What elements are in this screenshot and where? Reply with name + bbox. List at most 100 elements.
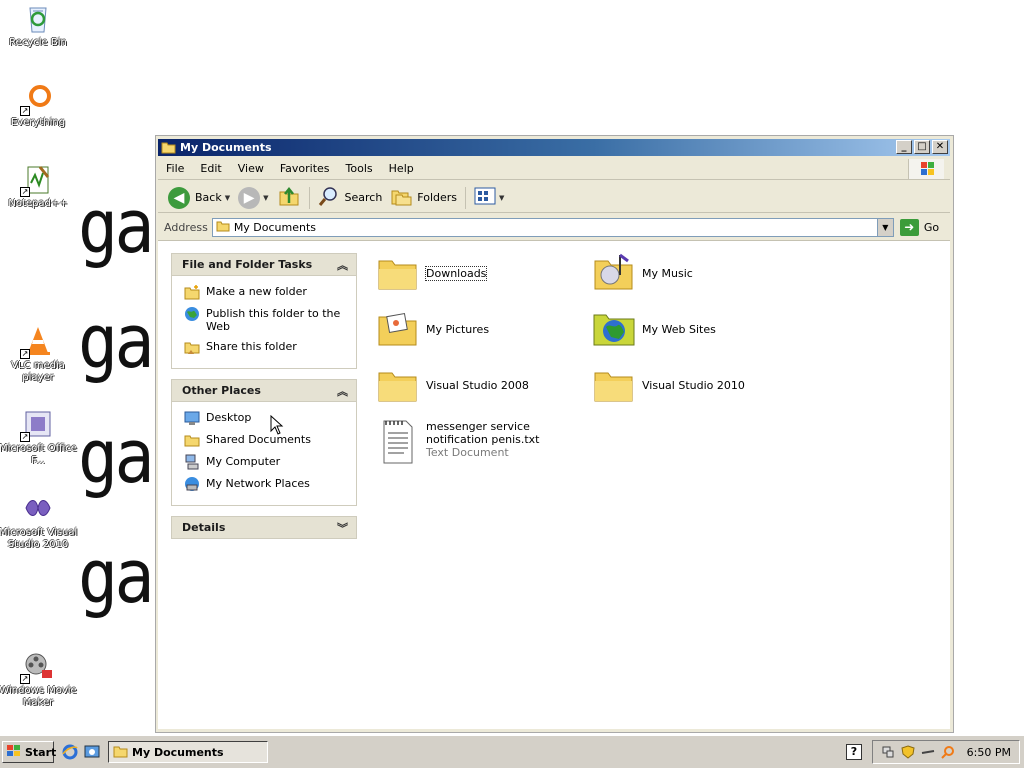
folder-icon bbox=[216, 220, 230, 235]
views-icon bbox=[474, 187, 496, 208]
start-label: Start bbox=[25, 745, 57, 759]
computer-icon bbox=[184, 454, 200, 470]
help-button[interactable]: ? bbox=[846, 744, 862, 760]
folders-button[interactable]: Folders bbox=[386, 185, 461, 211]
desktop-icon-visual-studio[interactable]: Microsoft Visual Studio 2010 bbox=[0, 492, 78, 551]
task-label: Publish this folder to the Web bbox=[206, 307, 341, 333]
folder-icon bbox=[161, 140, 176, 154]
task-label: Share this folder bbox=[206, 340, 297, 353]
connection-icon[interactable] bbox=[921, 745, 935, 759]
desktop-icon-movie-maker[interactable]: ↗ Windows Movie Maker bbox=[0, 650, 78, 709]
place-desktop[interactable]: Desktop bbox=[184, 411, 348, 426]
menu-tools[interactable]: Tools bbox=[338, 158, 381, 180]
file-type: Text Document bbox=[426, 445, 509, 459]
forward-arrow-icon: ▶ bbox=[238, 186, 261, 209]
notepad-icon: ↗ bbox=[20, 163, 54, 197]
place-label: Shared Documents bbox=[206, 433, 311, 446]
panel-header[interactable]: File and Folder Tasks ︽ bbox=[171, 253, 357, 276]
details-panel: Details ︾ bbox=[171, 516, 357, 539]
back-arrow-icon: ◀ bbox=[168, 186, 190, 209]
start-button[interactable]: Start bbox=[2, 741, 57, 763]
desktop-icon-label: Everything bbox=[10, 117, 66, 128]
place-label: My Computer bbox=[206, 455, 281, 468]
chevron-down-icon[interactable]: ▼ bbox=[263, 194, 268, 202]
forward-button[interactable]: ▶ ▼ bbox=[234, 185, 272, 211]
desktop-icon-office[interactable]: ↗ Microsoft Office F... bbox=[0, 408, 78, 467]
folder-icon bbox=[376, 253, 420, 293]
folder-icon bbox=[184, 432, 200, 448]
menu-file[interactable]: File bbox=[158, 158, 192, 180]
content-area: File and Folder Tasks ︽ Make a new folde… bbox=[158, 240, 950, 729]
chevron-down-icon[interactable]: ▼ bbox=[225, 194, 230, 202]
place-my-computer[interactable]: My Computer bbox=[184, 454, 348, 470]
place-shared-documents[interactable]: Shared Documents bbox=[184, 433, 348, 448]
task-label: Make a new folder bbox=[206, 285, 307, 298]
minimize-button[interactable]: _ bbox=[896, 140, 912, 154]
place-label: My Network Places bbox=[206, 477, 310, 490]
taskbar-item-my-documents[interactable]: My Documents bbox=[108, 741, 268, 763]
desktop-icon-notepad-plus[interactable]: ↗ Notepad++ bbox=[0, 163, 78, 210]
recycle-bin-icon bbox=[22, 2, 54, 34]
wallpaper-text: ga bbox=[78, 184, 155, 270]
collapse-chevron-icon[interactable]: ︽ bbox=[337, 383, 348, 399]
folder-icon bbox=[376, 365, 420, 405]
menu-view[interactable]: View bbox=[230, 158, 272, 180]
go-button[interactable]: ➜ Go bbox=[899, 218, 940, 236]
task-share-folder[interactable]: Share this folder bbox=[184, 340, 348, 355]
file-name: messenger service notification penis.txt bbox=[426, 419, 540, 446]
quick-launch bbox=[62, 744, 100, 760]
panel-header[interactable]: Other Places ︽ bbox=[171, 379, 357, 402]
network-status-icon[interactable] bbox=[881, 745, 895, 759]
share-folder-icon bbox=[184, 339, 200, 355]
task-make-new-folder[interactable]: Make a new folder bbox=[184, 285, 348, 300]
other-places-panel: Other Places ︽ Desktop Shared Documents … bbox=[171, 379, 357, 506]
network-icon bbox=[184, 476, 200, 492]
show-desktop-icon[interactable] bbox=[84, 744, 100, 760]
internet-explorer-icon[interactable] bbox=[62, 744, 78, 760]
file-item-visual-studio-2010[interactable]: Visual Studio 2010 bbox=[592, 365, 745, 405]
file-item-my-pictures[interactable]: My Pictures bbox=[376, 309, 489, 349]
wallpaper-text: ga bbox=[78, 534, 155, 620]
maximize-button[interactable]: □ bbox=[914, 140, 930, 154]
up-folder-button[interactable] bbox=[273, 185, 305, 211]
task-publish-web[interactable]: Publish this folder to the Web bbox=[184, 307, 348, 333]
back-button[interactable]: ◀ Back ▼ bbox=[164, 185, 234, 211]
panel-header[interactable]: Details ︾ bbox=[171, 516, 357, 539]
search-ring-icon[interactable] bbox=[940, 745, 955, 759]
file-item-visual-studio-2008[interactable]: Visual Studio 2008 bbox=[376, 365, 529, 405]
chevron-down-icon[interactable]: ▼ bbox=[876, 218, 893, 236]
address-label: Address bbox=[164, 220, 208, 234]
search-button[interactable]: Search bbox=[314, 185, 387, 211]
security-shield-icon[interactable] bbox=[901, 745, 915, 759]
panel-title: File and Folder Tasks bbox=[182, 258, 313, 271]
file-item-downloads[interactable]: Downloads bbox=[376, 253, 488, 293]
web-folder-icon bbox=[592, 309, 636, 349]
file-name: My Music bbox=[642, 266, 693, 280]
desktop-icon-recycle-bin[interactable]: Recycle Bin bbox=[0, 2, 78, 49]
file-item-my-music[interactable]: My Music bbox=[592, 253, 693, 293]
desktop-icon-everything[interactable]: ↗ Everything bbox=[0, 82, 78, 129]
file-name: Visual Studio 2008 bbox=[426, 378, 529, 392]
clock[interactable]: 6:50 PM bbox=[967, 746, 1011, 759]
file-item-my-web-sites[interactable]: My Web Sites bbox=[592, 309, 716, 349]
collapse-chevron-icon[interactable]: ︽ bbox=[337, 257, 348, 273]
desktop-icon-label: VLC media player bbox=[11, 360, 65, 383]
address-value: My Documents bbox=[233, 220, 317, 234]
windows-logo-icon bbox=[908, 159, 944, 179]
menu-edit[interactable]: Edit bbox=[192, 158, 229, 180]
close-button[interactable]: ✕ bbox=[932, 140, 948, 154]
title-bar[interactable]: My Documents _ □ ✕ bbox=[158, 139, 950, 156]
menu-help[interactable]: Help bbox=[381, 158, 422, 180]
menu-favorites[interactable]: Favorites bbox=[272, 158, 338, 180]
go-label: Go bbox=[923, 220, 940, 234]
views-button[interactable]: ▼ bbox=[470, 185, 508, 211]
panel-title: Details bbox=[182, 521, 226, 534]
address-input[interactable]: My Documents ▼ bbox=[211, 217, 894, 237]
place-my-network-places[interactable]: My Network Places bbox=[184, 477, 348, 492]
file-name: My Pictures bbox=[426, 322, 490, 336]
desktop-icon-vlc[interactable]: ↗ VLC media player bbox=[0, 325, 78, 384]
file-item-text-document[interactable]: messenger service notification penis.txt… bbox=[376, 419, 586, 464]
music-folder-icon bbox=[592, 253, 636, 293]
wallpaper-text: ga bbox=[78, 299, 155, 385]
expand-chevron-icon[interactable]: ︾ bbox=[337, 520, 348, 536]
